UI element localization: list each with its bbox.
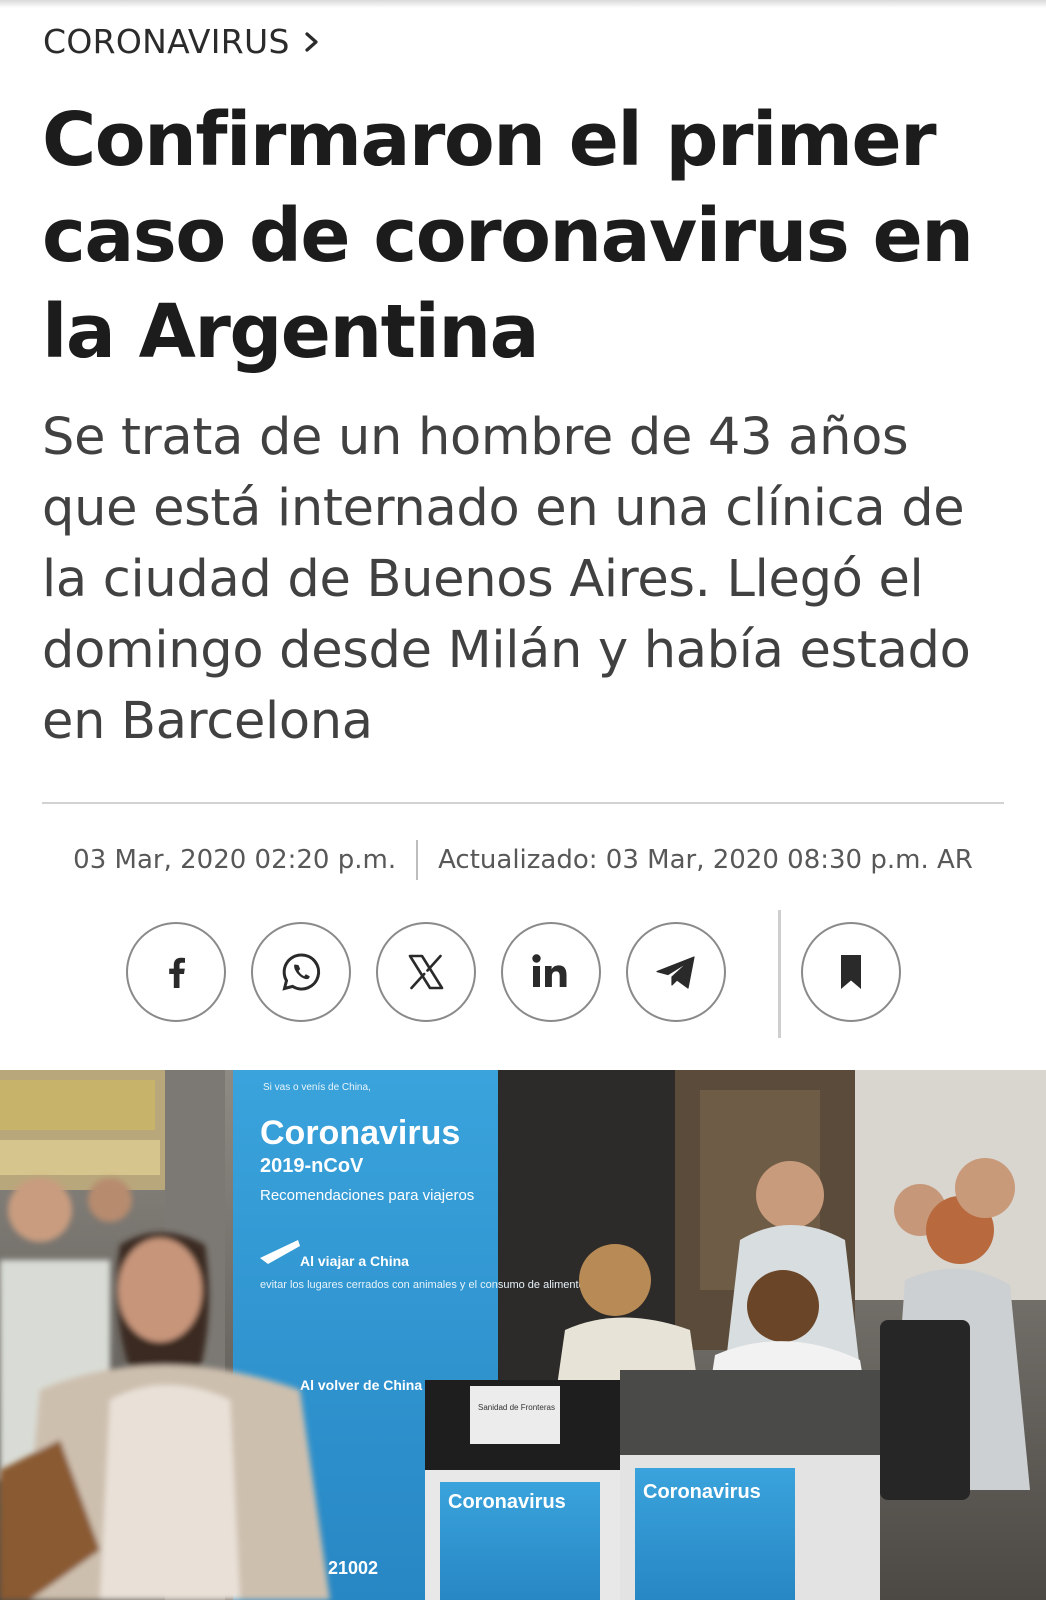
bookmark-button[interactable] [801, 922, 901, 1022]
share-facebook-button[interactable] [126, 922, 226, 1022]
chevron-right-icon [305, 31, 318, 52]
section-breadcrumb[interactable]: CORONAVIRUS [43, 22, 324, 61]
banner-small-text: Si vas o venís de China, [263, 1082, 371, 1093]
hero-image: Si vas o venís de China, Coronavirus 201… [0, 1070, 1046, 1600]
top-shadow [0, 0, 1046, 8]
article-dateline: 03 Mar, 2020 02:20 p.m. Actualizado: 03 … [0, 840, 1046, 880]
telegram-icon [656, 956, 695, 989]
banner-subtitle: Recomendaciones para viajeros [260, 1187, 474, 1204]
banner-code: 2019-nCoV [260, 1155, 364, 1177]
desk-poster-title-2: Coronavirus [643, 1481, 761, 1503]
facebook-icon [169, 957, 185, 988]
desk-label: Sanidad de Fronteras [478, 1403, 555, 1412]
published-date: 03 Mar, 2020 02:20 p.m. [73, 845, 397, 875]
share-linkedin-button[interactable] [501, 922, 601, 1022]
desk-poster-title-1: Coronavirus [448, 1491, 566, 1513]
article-subtitle: Se trata de un hombre de 43 años que est… [42, 408, 971, 751]
banner-phone: 21002 [328, 1558, 378, 1578]
updated-date: Actualizado: 03 Mar, 2020 08:30 p.m. AR [438, 845, 973, 875]
share-x-button[interactable] [376, 922, 476, 1022]
airport-health-checkpoint-photo: Si vas o venís de China, Coronavirus 201… [0, 1070, 1046, 1600]
linkedin-icon [532, 954, 567, 987]
share-separator [778, 910, 781, 1038]
x-icon [408, 954, 444, 990]
article-headline: Confirmaron el primer caso de coronaviru… [42, 97, 974, 375]
section-label: CORONAVIRUS [43, 22, 290, 61]
share-whatsapp-button[interactable] [251, 922, 351, 1022]
share-telegram-button[interactable] [626, 922, 726, 1022]
whatsapp-icon [282, 953, 321, 991]
banner-title: Coronavirus [260, 1114, 460, 1152]
divider [42, 802, 1004, 804]
bookmark-icon [841, 955, 861, 989]
date-separator [416, 840, 419, 880]
banner-trip-heading: Al viajar a China [300, 1253, 409, 1269]
banner-trip-text: evitar los lugares cerrados con animales… [260, 1279, 591, 1291]
banner-return-heading: Al volver de China [300, 1377, 422, 1393]
